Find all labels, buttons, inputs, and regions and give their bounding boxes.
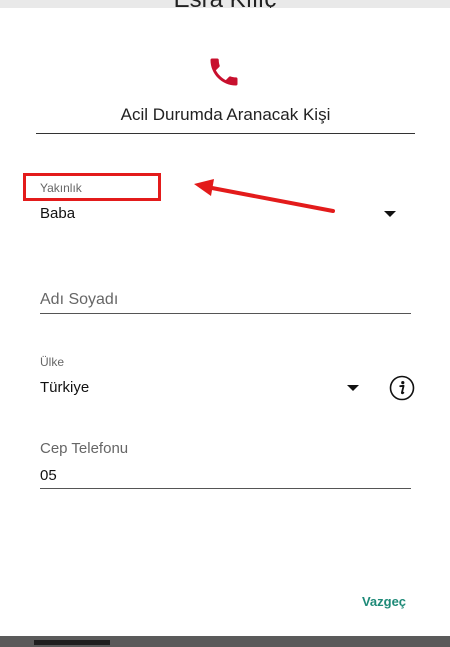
chevron-down-icon[interactable] bbox=[384, 211, 396, 217]
screen: Esra Kılıç Acil Durumda Aranacak Kişi Ya… bbox=[0, 0, 450, 647]
relationship-value: Baba bbox=[40, 205, 76, 222]
full-name-placeholder: Adı Soyadı bbox=[40, 291, 119, 308]
mobile-phone-value: 05 bbox=[40, 467, 57, 484]
country-label: Ülke bbox=[40, 355, 65, 369]
background-footer-bar bbox=[34, 640, 110, 645]
cancel-button[interactable]: Vazgeç bbox=[352, 590, 416, 612]
mobile-phone-label: Cep Telefonu bbox=[40, 440, 129, 457]
country-value: Türkiye bbox=[40, 379, 90, 396]
annotation-highlight-box bbox=[23, 173, 161, 201]
mobile-phone-underline bbox=[40, 488, 411, 489]
chevron-down-icon[interactable] bbox=[347, 385, 359, 391]
dialog-title: Acil Durumda Aranacak Kişi bbox=[120, 105, 331, 124]
full-name-underline bbox=[40, 313, 411, 314]
phone-icon bbox=[210, 58, 238, 86]
title-divider bbox=[36, 133, 415, 134]
emergency-contact-dialog: Acil Durumda Aranacak Kişi Yakınlık Baba… bbox=[0, 8, 450, 638]
info-icon[interactable] bbox=[389, 375, 415, 401]
